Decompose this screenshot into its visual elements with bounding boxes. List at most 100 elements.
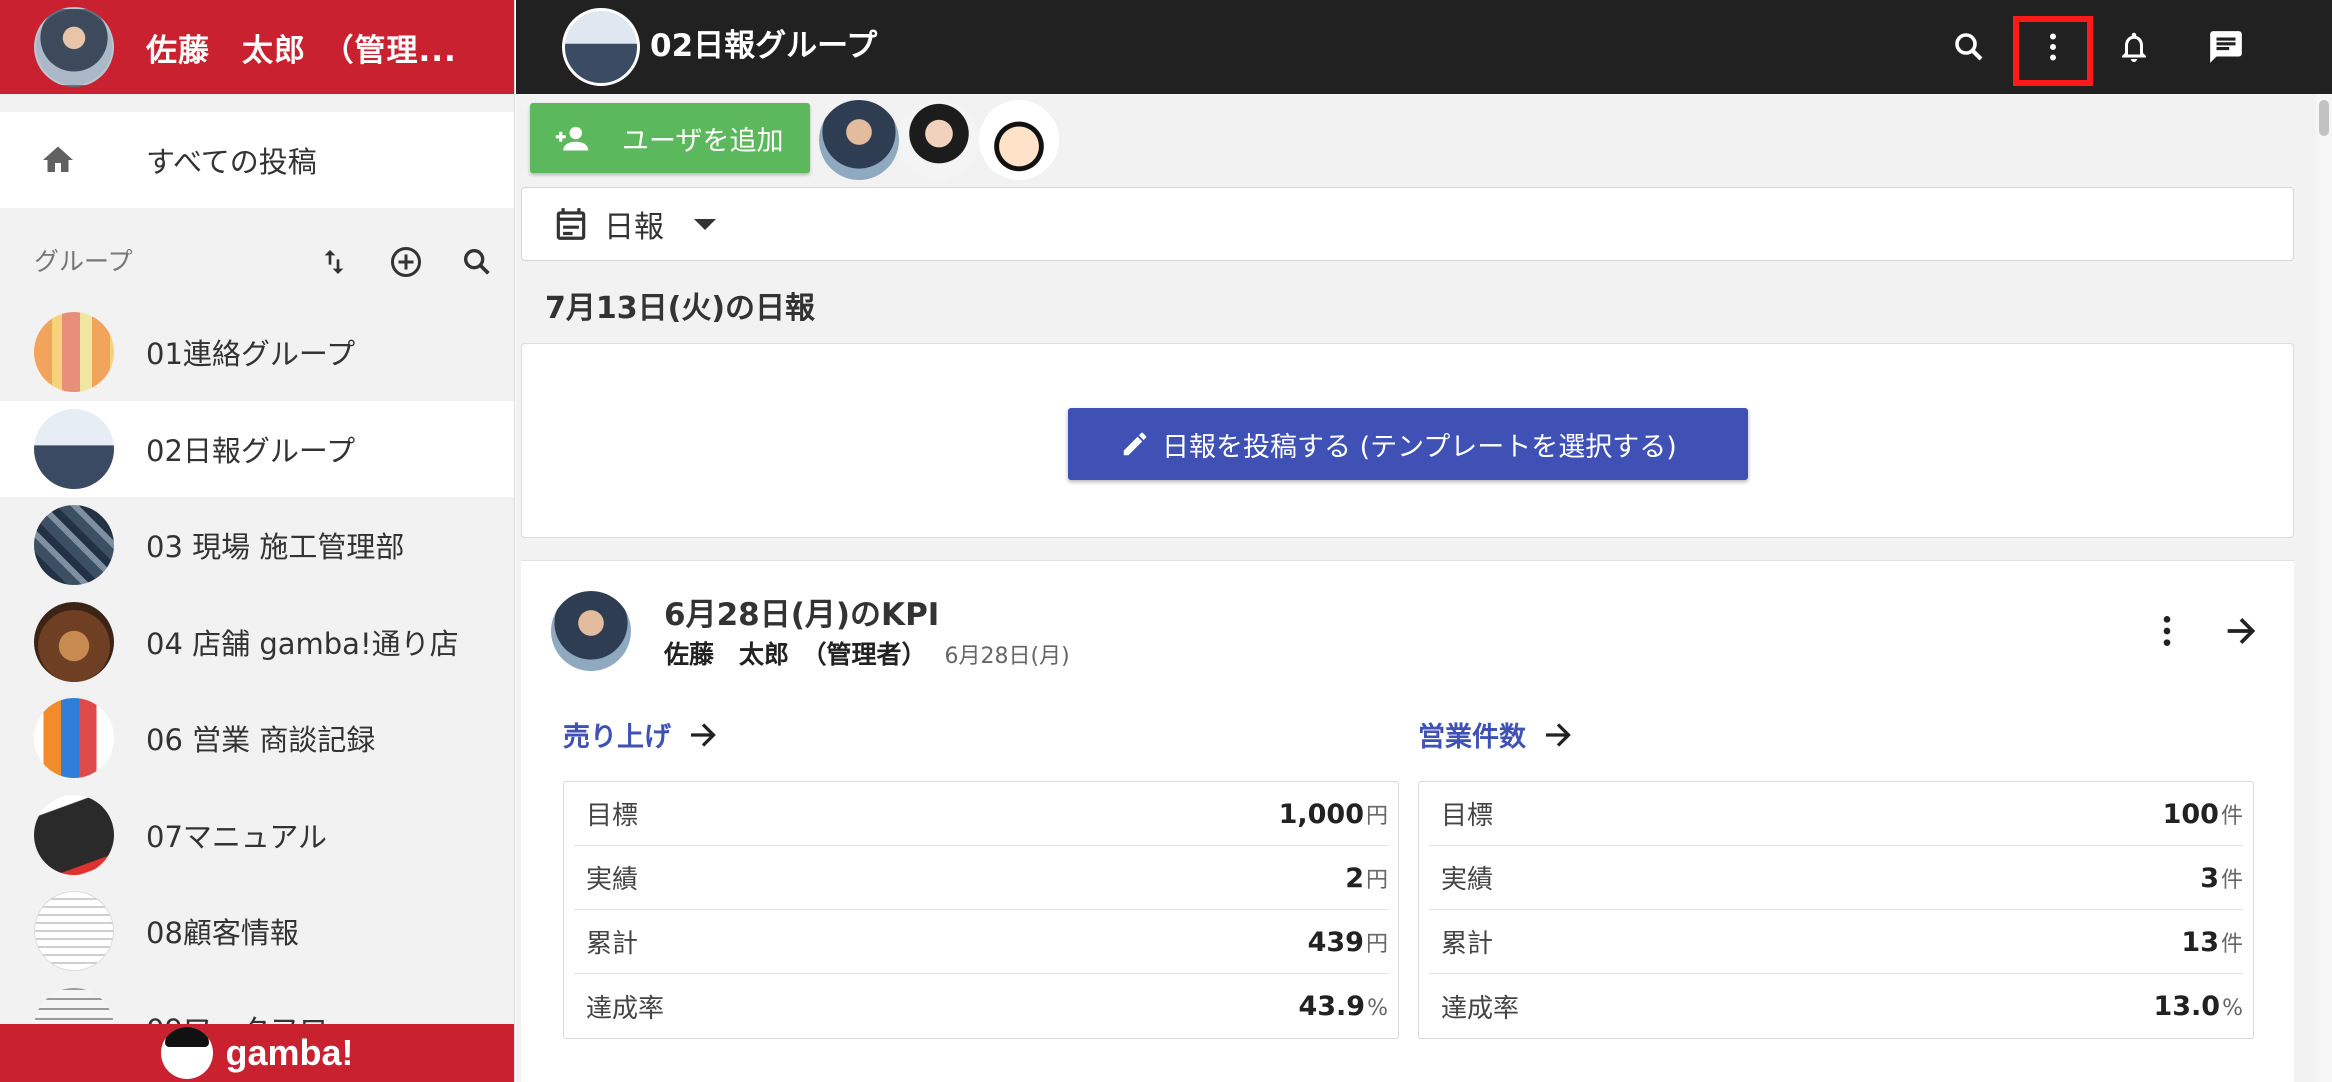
kpi-unit: % [1367, 995, 1388, 1021]
group-title: 02日報グループ [650, 27, 878, 64]
arrow-right-icon [691, 722, 716, 747]
kpi-unit: 件 [2220, 931, 2243, 957]
group-thumbnail [34, 794, 114, 875]
post-report-button[interactable]: 日報を投稿する (テンプレートを選択する) [1068, 408, 1748, 480]
group-thumbnail [34, 408, 114, 489]
brand-logo-text: gamba! [225, 1032, 354, 1073]
kpi-section-label: 営業件数 [1418, 722, 1526, 753]
kpi-value: 1,000 [1278, 798, 1364, 830]
kpi-value: 100 [2162, 798, 2219, 830]
author-name: 佐藤 太郎 （管理者） [664, 640, 927, 669]
scrollbar-thumb[interactable] [2319, 100, 2329, 136]
group-name: 03 現場 施工管理部 [146, 530, 405, 565]
group-thumbnail [34, 505, 114, 586]
kpi-row: 目標 1,000円 [574, 782, 1388, 846]
bell-icon[interactable] [2104, 17, 2164, 77]
kpi-label: 目標 [586, 801, 639, 831]
kpi-value: 13.0 [2153, 990, 2221, 1022]
kpi-row: 実績 3件 [1429, 846, 2243, 910]
group-avatar [562, 8, 640, 86]
kpi-value: 13 [2181, 926, 2219, 958]
group-thumbnail [34, 601, 114, 682]
user-header[interactable]: 佐藤 太郎 （管理... [0, 0, 514, 94]
kpi-table: 目標 1,000円 実績 2円 累計 439円 達成率 43.9% [563, 781, 1399, 1039]
date-heading: 7月13日(火)の日報 [545, 291, 816, 326]
highlight-box [2013, 16, 2093, 86]
group-section-header: グループ [0, 230, 514, 290]
group-thumbnail [34, 891, 114, 972]
pencil-icon [1123, 432, 1147, 456]
group-item[interactable]: 08顧客情報 [0, 883, 514, 980]
kpi-label: 実績 [586, 865, 639, 895]
kpi-label: 実績 [1441, 865, 1494, 895]
post-title[interactable]: 6月28日(月)のKPI [664, 589, 939, 634]
group-thumbnail [34, 312, 114, 393]
user-avatar[interactable] [34, 7, 114, 87]
group-item[interactable]: 04 店舗 gamba!通り店 [0, 594, 514, 691]
home-icon [43, 146, 73, 172]
add-group-icon[interactable] [388, 244, 424, 280]
kpi-label: 達成率 [1441, 993, 1520, 1024]
group-name: 07マニュアル [146, 819, 328, 854]
person-add-icon [555, 126, 589, 151]
author-avatar[interactable] [551, 591, 631, 671]
sort-icon[interactable] [316, 244, 352, 280]
group-item[interactable]: 01連絡グループ [0, 304, 514, 401]
group-name: 08顧客情報 [146, 916, 299, 951]
sidebar: 佐藤 太郎 （管理... すべての投稿 グループ 01連絡グループ 02日報グル… [0, 0, 515, 1082]
group-name: 02日報グループ [146, 433, 356, 468]
post-date: 6月28日(月) [944, 644, 1070, 669]
kpi-unit: 円 [1365, 803, 1388, 829]
template-label: 日報 [604, 210, 664, 245]
kpi-label: 目標 [1441, 801, 1494, 831]
kpi-label: 累計 [1441, 929, 1494, 959]
kpi-label: 累計 [586, 929, 639, 959]
more-vert-icon[interactable] [2147, 611, 2187, 651]
search-group-icon[interactable] [459, 244, 495, 280]
user-name: 佐藤 太郎 （管理... [146, 32, 457, 69]
sidebar-item-label: すべての投稿 [146, 145, 317, 179]
kpi-post-card: 6月28日(月)のKPI 佐藤 太郎 （管理者） 6月28日(月) 売り上げ 目標… [521, 560, 2294, 1082]
group-name: 06 営業 商談記録 [146, 723, 376, 758]
group-item[interactable]: 07マニュアル [0, 787, 514, 884]
mascot-icon [161, 1027, 214, 1079]
member-avatar[interactable] [899, 100, 979, 180]
post-author: 佐藤 太郎 （管理者） 6月28日(月) [664, 635, 1070, 671]
chat-icon[interactable] [2196, 17, 2256, 77]
post-report-label: 日報を投稿する (テンプレートを選択する) [1162, 431, 1677, 463]
group-thumbnail [34, 698, 114, 779]
template-selector[interactable]: 日報 [521, 187, 2294, 261]
kpi-unit: 件 [2220, 803, 2243, 829]
kpi-table: 目標 100件 実績 3件 累計 13件 達成率 13.0% [1418, 781, 2254, 1039]
brand-footer: gamba! [0, 1024, 514, 1082]
arrow-right-icon[interactable] [2221, 611, 2261, 651]
member-avatar[interactable] [979, 100, 1059, 180]
sidebar-item-all-posts[interactable]: すべての投稿 [0, 112, 514, 208]
group-name: 01連絡グループ [146, 337, 356, 372]
group-list: 01連絡グループ 02日報グループ 03 現場 施工管理部 04 店舗 gamb… [0, 304, 514, 1076]
search-icon[interactable] [1939, 17, 1999, 77]
kpi-value: 43.9 [1298, 990, 1366, 1022]
group-section-label: グループ [34, 247, 133, 276]
kpi-row: 実績 2円 [574, 846, 1388, 910]
kpi-unit: 件 [2220, 867, 2243, 893]
arrow-right-icon [1546, 722, 1571, 747]
kpi-section-title[interactable]: 営業件数 [1418, 715, 1576, 754]
kpi-value: 439 [1307, 926, 1364, 958]
chevron-down-icon[interactable] [694, 218, 716, 230]
kpi-section-title[interactable]: 売り上げ [563, 715, 721, 754]
kpi-row: 累計 439円 [574, 910, 1388, 974]
group-item[interactable]: 06 営業 商談記録 [0, 690, 514, 787]
member-avatar[interactable] [819, 100, 899, 180]
kpi-row: 目標 100件 [1429, 782, 2243, 846]
group-item-active[interactable]: 02日報グループ [0, 400, 514, 497]
kpi-row: 達成率 13.0% [1429, 974, 2243, 1038]
kpi-value: 3 [2200, 862, 2219, 894]
group-name: 04 店舗 gamba!通り店 [146, 626, 459, 661]
scrollbar[interactable] [2316, 94, 2332, 1082]
add-user-button[interactable]: ユーザを追加 [530, 103, 810, 173]
group-item[interactable]: 03 現場 施工管理部 [0, 497, 514, 594]
kpi-unit: 円 [1365, 867, 1388, 893]
kpi-row: 達成率 43.9% [574, 974, 1388, 1038]
kpi-label: 達成率 [586, 993, 665, 1024]
